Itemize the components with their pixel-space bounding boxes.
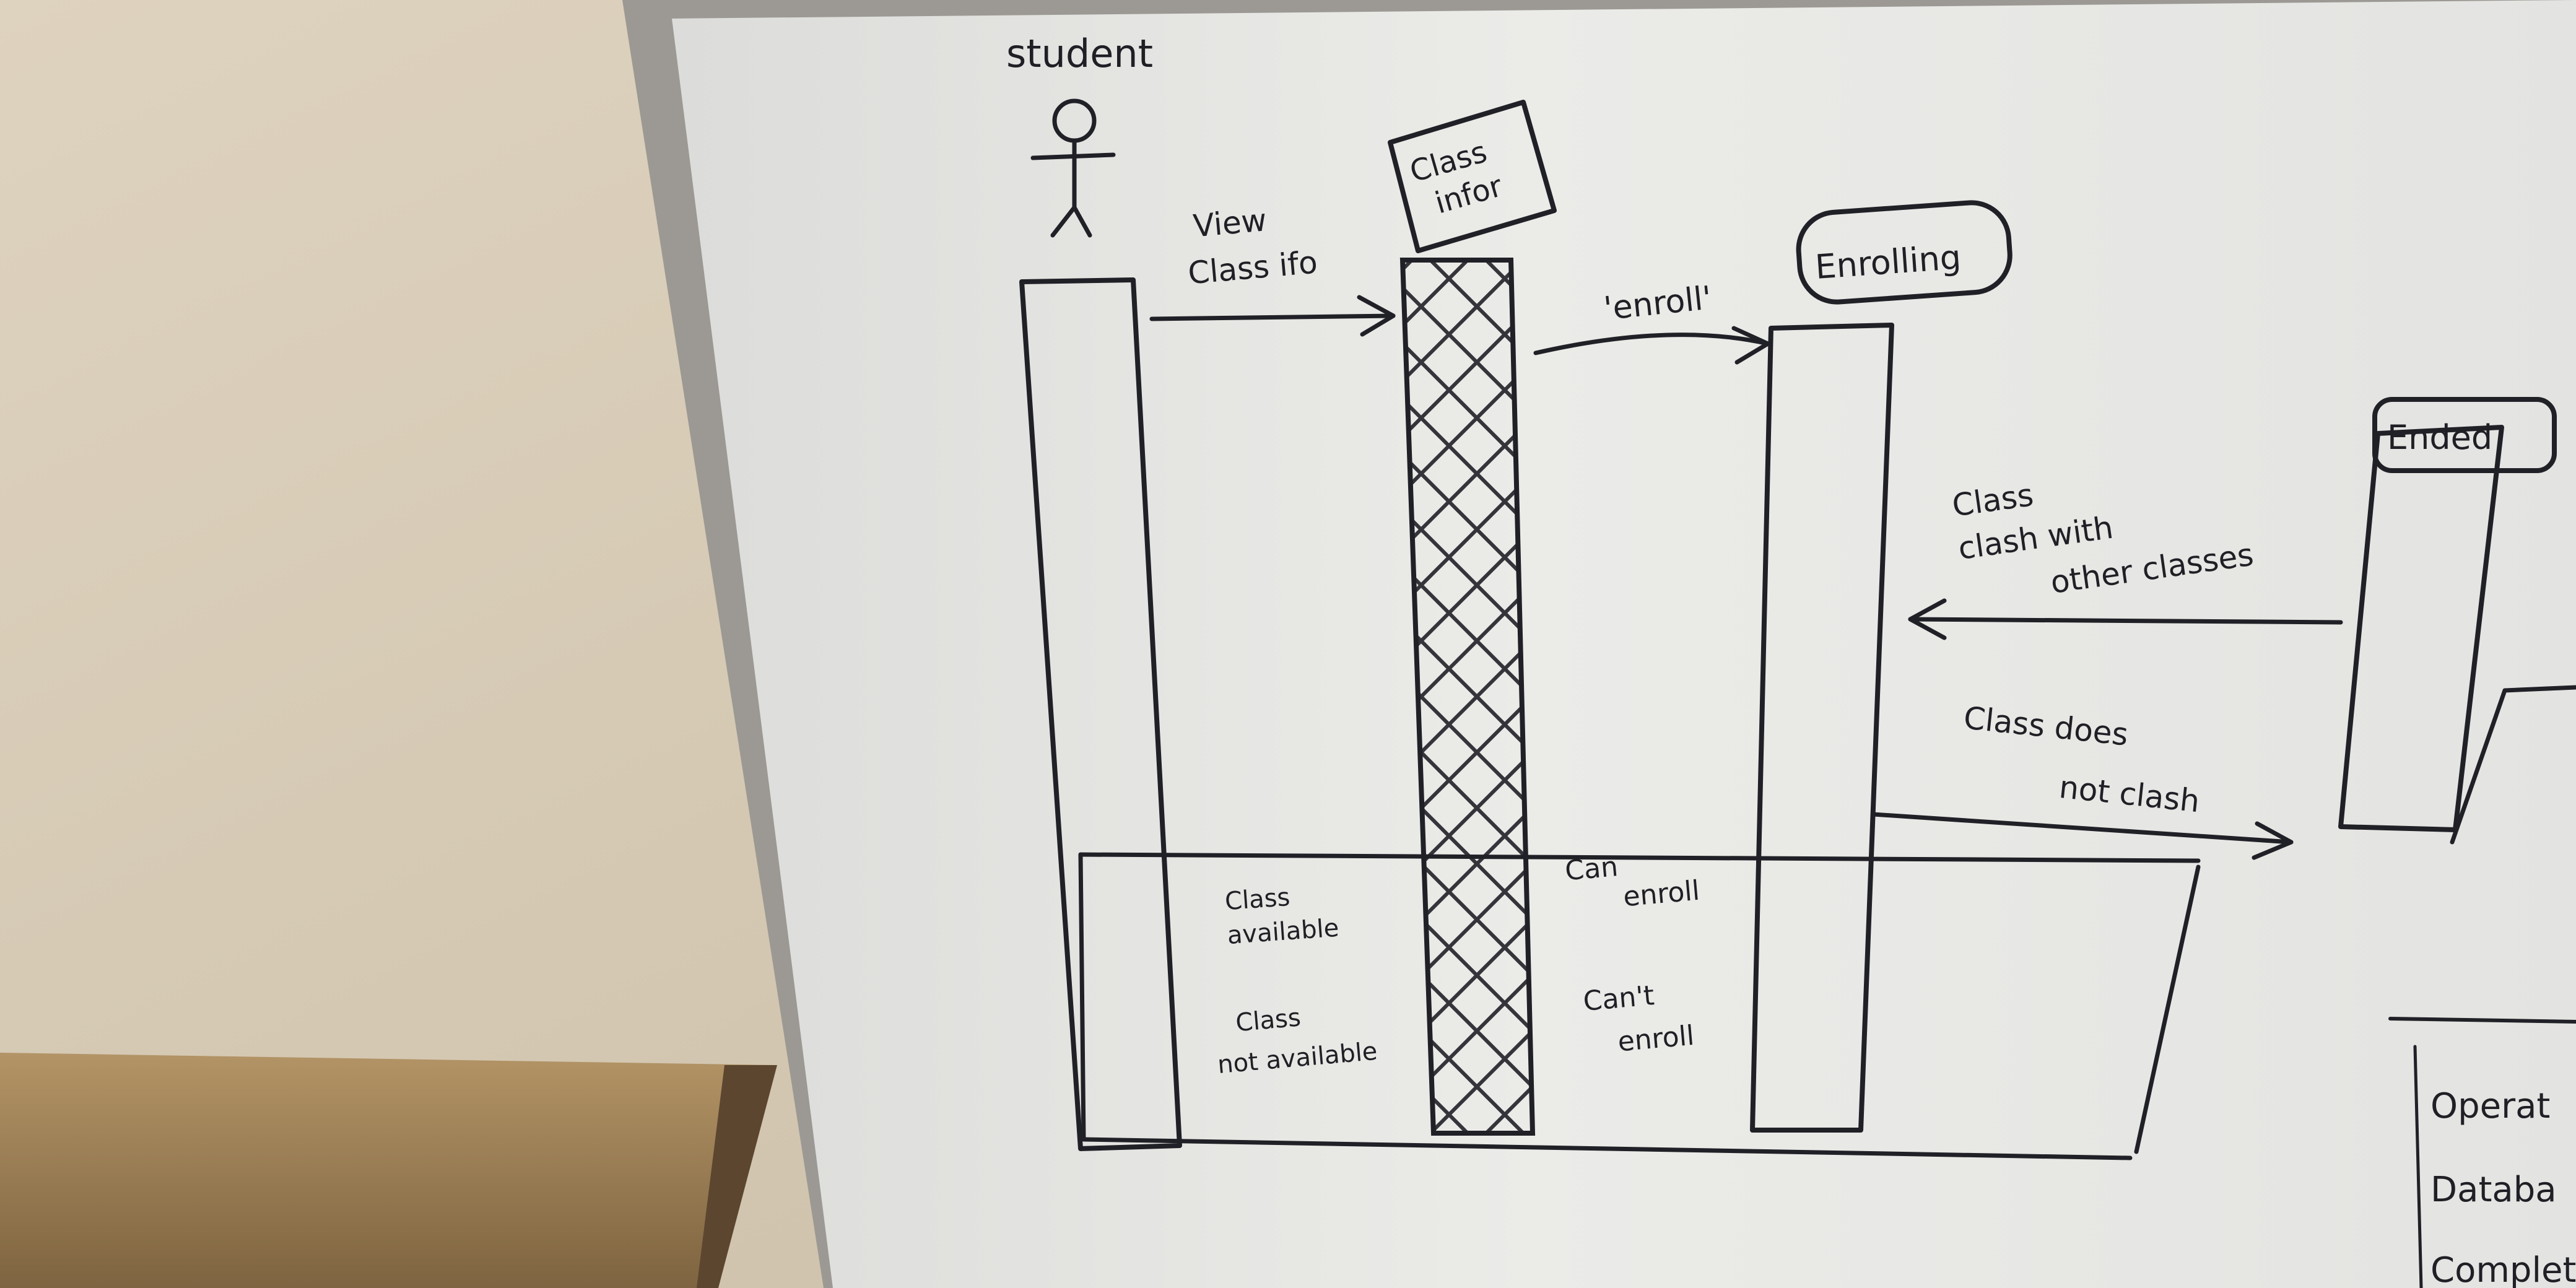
edge-fragment-3: Complet: [2430, 1250, 2576, 1288]
actor-label: student: [1006, 31, 1153, 76]
edge-fragment-1: Operat: [2430, 1086, 2550, 1126]
whiteboard-surface: [672, 0, 2576, 1288]
desk: [0, 1053, 774, 1288]
edge-fragment-2: Databa: [2430, 1170, 2557, 1210]
ended-label: Ended: [2387, 418, 2492, 457]
whiteboard-photo: student Classinfor Enrolling Ended ViewC…: [0, 0, 2576, 1288]
